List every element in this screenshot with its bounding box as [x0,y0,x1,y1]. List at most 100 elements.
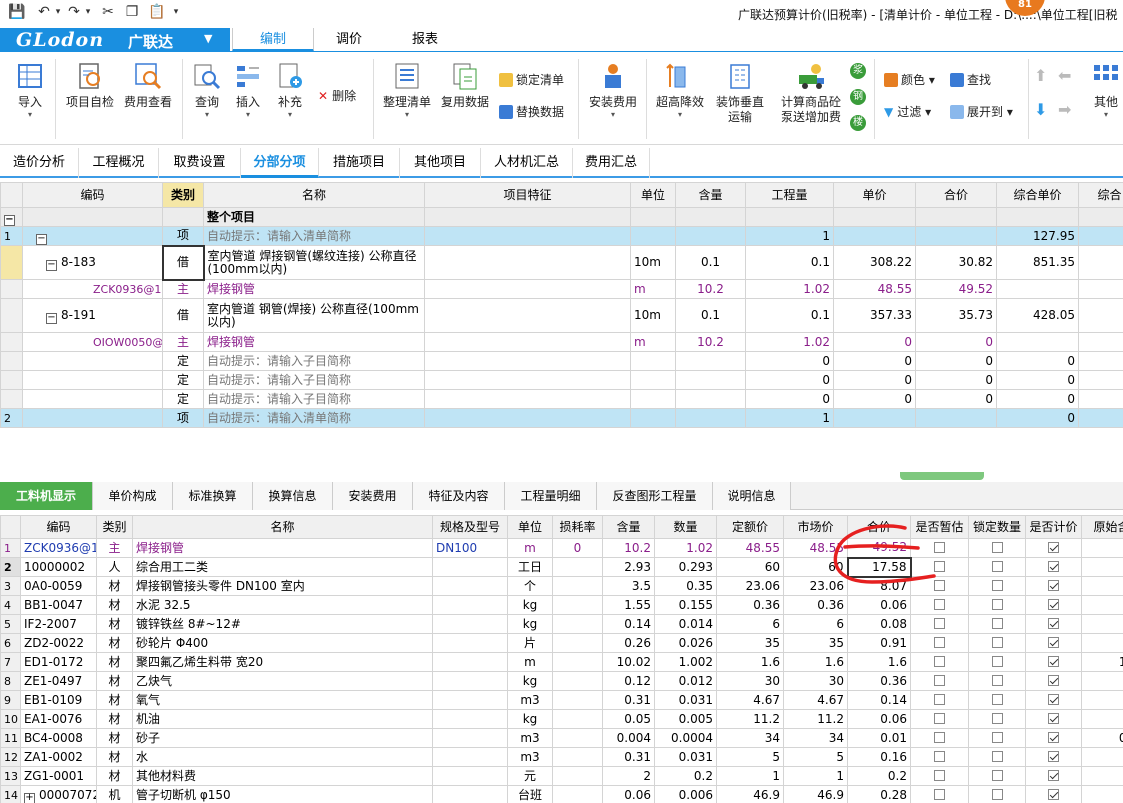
col-is-priced[interactable]: 是否计价 [1025,515,1082,539]
cell-market[interactable]: 4.67 [783,690,848,710]
redo-dropdown-icon[interactable]: ▾ [80,4,96,20]
col-number[interactable]: 数量 [654,515,717,539]
tab-description[interactable]: 说明信息 [713,482,791,510]
checkbox[interactable] [1048,769,1059,781]
cell-market[interactable]: 46.9 [783,785,848,803]
col-comp-price[interactable]: 综合单价 [996,182,1079,208]
table-row[interactable]: ZCK0936@1 主 焊接钢管 m 10.2 1.02 48.55 49.52 [0,279,1123,299]
cell-total[interactable]: 0.28 [847,785,911,803]
cell-market[interactable]: 11.2 [783,709,848,729]
col-lock-quantity[interactable]: 锁定数量 [968,515,1026,539]
col-total[interactable]: 合价 [915,182,997,208]
delete-button[interactable]: ✕ 删除 [318,87,356,105]
cell-market[interactable]: 1.6 [783,652,848,672]
col-spec[interactable]: 规格及型号 [432,515,508,539]
table-row[interactable]: 定 自动提示：请输入子目简称 0 0 0 0 [0,351,1123,371]
table-row[interactable]: 12ZA1-0002材水m30.310.031550.160. [0,747,1123,767]
fee-view-button[interactable]: 费用查看 [122,61,174,110]
cell-market[interactable]: 1 [783,766,848,786]
checkbox[interactable] [1048,579,1059,591]
cell-market[interactable]: 60 [783,557,848,577]
checkbox[interactable] [934,693,945,705]
col-type[interactable]: 类别 [96,515,133,539]
table-row[interactable]: OIOW0050@1 主 焊接钢管 m 10.2 1.02 0 0 [0,332,1123,352]
col-content[interactable]: 含量 [675,182,746,208]
tab-standard-conversion[interactable]: 标准换算 [173,482,253,510]
cell-qty[interactable]: 0.26 [602,633,655,653]
table-row[interactable]: 14 +00007072 机管子切断机 φ150 台班 0.06 0.006 46.9 46.… [0,785,1123,803]
tab-fee-summary[interactable]: 费用汇总 [573,148,650,178]
floor-icon-button[interactable]: 楼 [850,115,866,131]
checkbox[interactable] [991,674,1003,686]
col-code[interactable]: 编码 [20,515,97,539]
cell-qty[interactable]: 1.55 [602,595,655,615]
quick-access-menu-icon[interactable]: ▾ [168,4,184,20]
col-loss-rate[interactable]: 损耗率 [552,515,603,539]
filter-button[interactable]: ▼ 过滤 ▾ [884,103,931,121]
cell-qty[interactable]: 0.31 [602,690,655,710]
cell-market[interactable]: 23.06 [783,576,848,596]
checkbox[interactable] [991,750,1003,762]
cell-total[interactable]: 0.2 [847,766,911,786]
cell-qty[interactable]: 0.004 [602,728,655,748]
tab-price-composition[interactable]: 单价构成 [93,482,173,510]
collapse-icon[interactable]: − [46,313,57,324]
import-button[interactable]: 导入 ▾ [12,61,48,119]
cell-total[interactable]: 49.52 [847,538,911,558]
ribbon-tab-adjust[interactable]: 调价 [318,28,380,52]
table-row[interactable]: 6ZD2-0022材砂轮片 Φ400片0.260.02635350.910. [0,633,1123,653]
others-button[interactable]: 其他 ▾ [1090,61,1122,119]
collapse-icon[interactable]: − [36,233,47,245]
col-base-price[interactable]: 定额价 [716,515,784,539]
table-row[interactable]: 9EB1-0109材氧气m30.310.0314.674.670.140. [0,690,1123,710]
cell-total[interactable]: 0.91 [847,633,911,653]
checkbox[interactable] [991,579,1003,591]
checkbox[interactable] [934,674,945,686]
tab-features[interactable]: 特征及内容 [413,482,505,510]
tab-fee-settings[interactable]: 取费设置 [159,148,241,178]
checkbox[interactable] [991,788,1003,800]
checkbox[interactable] [934,598,945,610]
color-button[interactable]: 颜色 ▾ [884,71,935,89]
tab-quantity-detail[interactable]: 工程量明细 [505,482,597,510]
tab-measures[interactable]: 措施项目 [319,148,400,178]
table-row[interactable]: 210000002人综合用工二类工日2.930.293606017.582. [0,556,1123,578]
col-unit-price[interactable]: 单价 [833,182,916,208]
save-icon[interactable]: 💾 [8,4,25,20]
cell-market[interactable]: 30 [783,671,848,691]
checkbox[interactable] [934,655,945,667]
cell-total[interactable]: 0.36 [847,671,911,691]
col-unit[interactable]: 单位 [507,515,553,539]
table-row[interactable]: 1 − 项 自动提示：请输入清单简称 1 127.95 [0,226,1123,246]
tab-project-overview[interactable]: 工程概况 [79,148,159,178]
lock-list-button[interactable]: 锁定清单 [499,71,564,89]
tab-labor-material-summary[interactable]: 人材机汇总 [481,148,573,178]
checkbox[interactable] [934,636,945,648]
cell-total[interactable]: 8.07 [847,576,911,596]
cell-qty[interactable]: 2.93 [602,557,655,577]
concrete-pump-button[interactable]: 计算商品砼泵送增加费 [778,61,844,125]
col-feature[interactable]: 项目特征 [424,182,631,208]
copy-icon[interactable]: ❐ [124,4,140,20]
table-row[interactable]: 3 0A0-0059 材焊接钢管接头零件 DN100 室内个 3.5 0.35 23.06… [0,576,1123,596]
query-button[interactable]: 查询 ▾ [192,61,222,119]
checkbox[interactable] [991,693,1003,705]
checkbox[interactable] [934,750,945,762]
cell-market[interactable]: 34 [783,728,848,748]
splitter-handle[interactable] [900,472,984,480]
find-button[interactable]: 查找 [950,71,991,89]
tab-sub-items[interactable]: 分部分项 [241,148,319,178]
cell-market[interactable]: 48.55 [783,538,848,558]
table-row[interactable]: 7 ED1-0172 材聚四氟乙烯生料带 宽20 m 10.02 1.002 1.6 1.6 1… [0,652,1123,672]
paste-icon[interactable]: 📋 [148,4,165,20]
col-total[interactable]: 合价 [847,515,911,539]
replace-data-button[interactable]: 替换数据 [499,103,564,121]
col-market-price[interactable]: 市场价 [783,515,848,539]
tab-cost-analysis[interactable]: 造价分析 [0,148,79,178]
checkbox[interactable] [1048,693,1059,705]
checkbox[interactable] [1048,617,1059,629]
cell-qty[interactable]: 3.5 [602,576,655,596]
table-row[interactable]: 10EA1-0076材机油kg0.050.00511.211.20.060. [0,709,1123,729]
cell-market[interactable]: 6 [783,614,848,634]
supplement-button[interactable]: 补充 ▾ [274,61,306,119]
